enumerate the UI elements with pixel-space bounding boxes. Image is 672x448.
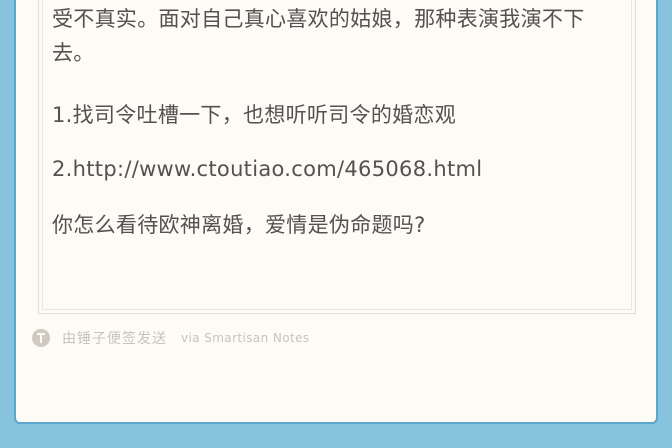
sent-by-label: 由锤子便签发送: [62, 331, 167, 347]
via-app-label: via Smartisan Notes: [181, 331, 310, 345]
note-footer: 由锤子便签发送 via Smartisan Notes: [32, 327, 310, 349]
note-paragraph-3-link[interactable]: 2.http://www.ctoutiao.com/465068.html: [52, 152, 482, 186]
note-paragraph-1: 受不真实。面对自己真心喜欢的姑娘，那种表演我演不下去。: [52, 7, 585, 65]
note-paragraph-4: 你怎么看待欧神离婚，爱情是伪命题吗?: [52, 213, 426, 237]
window-background: 受不真实。面对自己真心喜欢的姑娘，那种表演我演不下去。 1.找司令吐槽一下，也想…: [0, 0, 672, 448]
note-paragraph-2: 1.找司令吐槽一下，也想听听司令的婚恋观: [52, 103, 457, 127]
smartisan-logo-icon: [32, 329, 50, 347]
